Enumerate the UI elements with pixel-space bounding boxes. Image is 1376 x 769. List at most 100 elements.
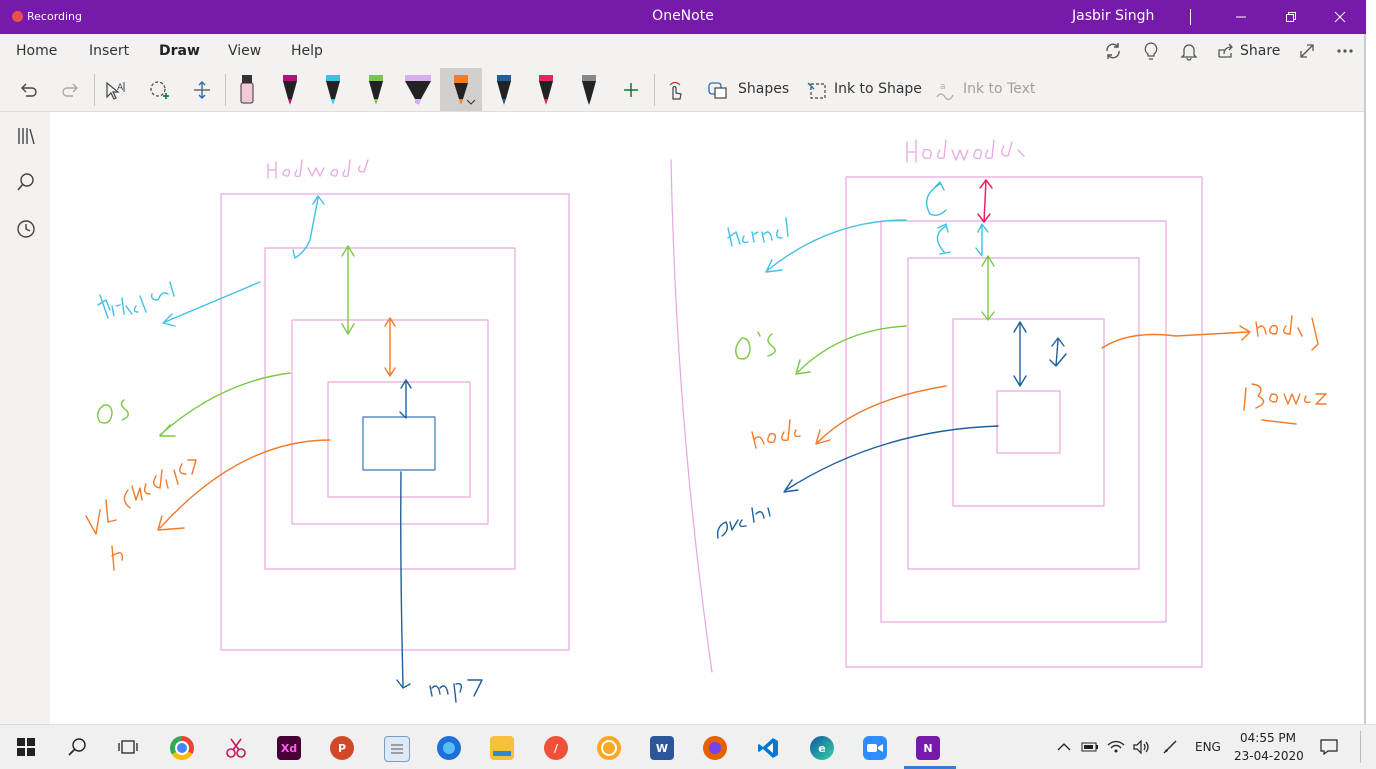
hardware-box-right [845, 176, 1203, 668]
tab-help[interactable]: Help [291, 43, 323, 59]
clock-time[interactable]: 04:55 PM [1240, 731, 1296, 745]
battery-button[interactable] [1078, 733, 1102, 761]
draw-with-touch-icon [669, 81, 682, 100]
swift-app-icon[interactable]: / [544, 736, 568, 760]
file-explorer-app-icon[interactable] [490, 736, 514, 760]
hardware-label-ink-right [906, 139, 1025, 163]
notebooks-button[interactable] [13, 123, 39, 149]
page-canvas[interactable] [50, 112, 1366, 724]
task-view-button[interactable] [114, 733, 142, 761]
highlighter-pen-button[interactable] [232, 68, 262, 111]
recent-notes-button[interactable] [13, 216, 39, 242]
lasso-select-button[interactable] [145, 68, 173, 111]
orange-pen-button-selected[interactable] [440, 68, 482, 111]
action-center-button[interactable] [1316, 733, 1342, 761]
minimize-icon [1236, 16, 1246, 18]
chevron-down-icon [466, 99, 476, 105]
search-icon [17, 173, 34, 191]
show-hidden-icons-button[interactable] [1052, 733, 1076, 761]
user-name[interactable]: Jasbir Singh [1072, 8, 1154, 24]
chrome-app-icon[interactable] [170, 736, 194, 760]
speaker-icon [1133, 740, 1149, 754]
touch-drawing-button[interactable] [662, 68, 690, 111]
ink-to-shape-button[interactable] [804, 68, 830, 111]
kernel-label-ink-left [97, 281, 175, 319]
tool-label-ink-right [1255, 315, 1319, 351]
pen-workspace-button[interactable] [1158, 733, 1182, 761]
os-pointer-left [159, 372, 291, 437]
cyan-pen-button[interactable] [318, 68, 348, 111]
runtime-box-right [952, 318, 1105, 507]
blue-pen-button[interactable] [489, 68, 519, 111]
close-icon [1334, 11, 1346, 23]
tab-home[interactable]: Home [16, 43, 57, 59]
black-pen-button[interactable] [574, 68, 604, 111]
powerpoint-app-icon[interactable]: P [330, 736, 354, 760]
expand-icon [1300, 43, 1314, 58]
clock-date[interactable]: 23-04-2020 [1234, 749, 1304, 763]
more-options-button[interactable] [1332, 29, 1358, 72]
show-desktop-button[interactable] [1360, 731, 1361, 763]
ribbon-divider [654, 74, 655, 106]
type-select-button[interactable]: A [101, 68, 129, 111]
app-pointer-right [783, 425, 999, 493]
wifi-button[interactable] [1104, 733, 1128, 761]
pen-icon [539, 74, 553, 105]
adobe-xd-app-icon[interactable]: Xd [277, 736, 301, 760]
onenote-app-icon[interactable]: N [916, 736, 940, 760]
taskbar-search-button[interactable] [63, 733, 91, 761]
ink-to-shape-icon [807, 82, 826, 99]
sublime-app-icon[interactable] [597, 736, 621, 760]
ribbon-divider [225, 74, 226, 106]
search-icon [68, 738, 86, 756]
file-arrow-left [399, 379, 412, 419]
firefox-dev-app-icon[interactable] [437, 736, 461, 760]
sync-button[interactable] [1100, 29, 1126, 72]
scissors-icon [226, 738, 246, 758]
tab-draw[interactable]: Draw [159, 43, 200, 59]
word-app-icon[interactable]: W [650, 736, 674, 760]
tell-me-button[interactable] [1138, 29, 1164, 72]
fullscreen-button[interactable] [1294, 29, 1320, 72]
snip-app-icon[interactable] [224, 736, 248, 760]
edge-app-icon[interactable]: e [810, 736, 834, 760]
ink-to-shape-label[interactable]: Ink to Shape [834, 81, 922, 97]
restore-icon [1286, 12, 1296, 22]
vertical-scrollbar[interactable] [1364, 34, 1366, 724]
lavender-highlighter-button[interactable] [401, 68, 435, 111]
zoom-app-icon[interactable] [863, 736, 887, 760]
os-pointer-right [795, 325, 907, 375]
hardware-arrow-right [977, 179, 993, 223]
magenta-pen-button[interactable] [275, 68, 305, 111]
hardware-box-left [220, 193, 570, 651]
ink-to-text-button[interactable]: a [932, 68, 958, 111]
add-space-button[interactable] [188, 68, 216, 111]
tab-view[interactable]: View [228, 43, 261, 59]
pen-icon [326, 74, 340, 105]
green-pen-button[interactable] [361, 68, 391, 111]
add-pen-button[interactable] [617, 68, 645, 111]
tab-insert[interactable]: Insert [89, 43, 129, 59]
volume-button[interactable] [1130, 733, 1154, 761]
clock-icon [17, 220, 35, 238]
lasso-icon [150, 80, 169, 99]
pen-icon [283, 74, 297, 105]
redo-button[interactable] [57, 68, 85, 111]
share-button[interactable]: Share [1216, 29, 1282, 72]
pink-pen-button[interactable] [531, 68, 561, 111]
start-button[interactable] [12, 733, 40, 761]
notepad-app-icon[interactable] [384, 736, 410, 762]
ribbon-divider [94, 74, 95, 106]
kernel-os-arrow-right [936, 223, 989, 257]
search-button[interactable] [13, 169, 39, 195]
page-divider-ink [670, 159, 713, 673]
battery-icon [1081, 742, 1098, 752]
firefox-app-icon[interactable] [703, 736, 727, 760]
vs-code-app-icon[interactable] [756, 736, 780, 760]
notepad-icon [391, 744, 403, 754]
notifications-button[interactable] [1176, 29, 1202, 72]
input-language[interactable]: ENG [1195, 740, 1221, 754]
undo-button[interactable] [14, 68, 42, 111]
tool-pointer-right [1101, 325, 1251, 349]
pen-icon [369, 74, 383, 105]
